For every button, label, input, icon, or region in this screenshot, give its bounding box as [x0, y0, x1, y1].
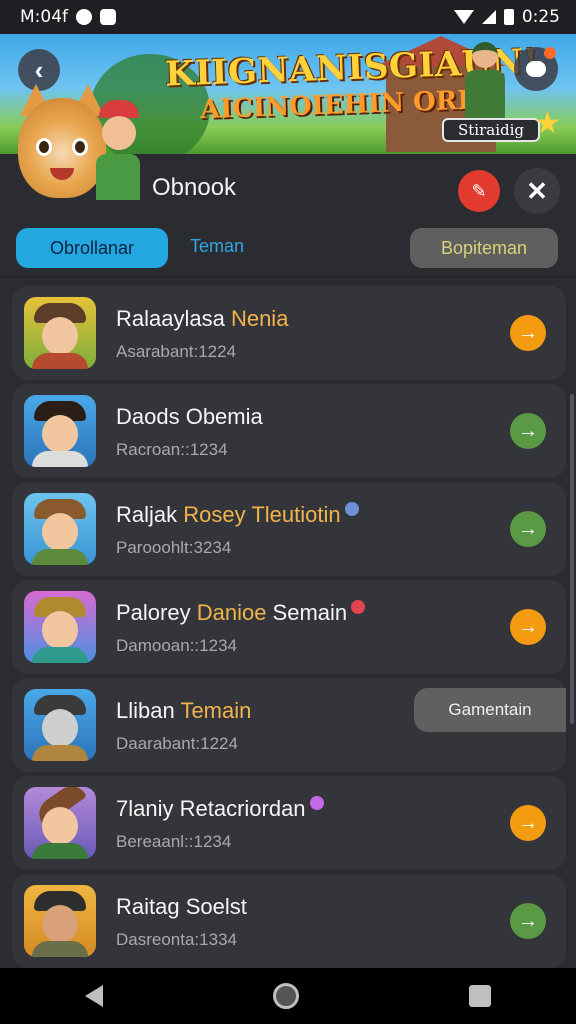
nav-home-icon[interactable] — [273, 983, 299, 1009]
friend-name: Raitag Soelst — [116, 894, 247, 919]
profile-avatar — [10, 84, 140, 214]
friend-avatar — [24, 885, 96, 957]
notification-icon — [76, 9, 93, 25]
boy-character — [96, 100, 142, 204]
friend-subtext: Damooan::1234 — [116, 636, 237, 655]
cat-face — [18, 98, 106, 198]
app-notification-icon — [100, 9, 117, 25]
gem-icon — [351, 600, 366, 614]
status-time: 0:25 — [521, 7, 560, 27]
wifi-icon — [453, 10, 474, 24]
friend-avatar — [24, 787, 96, 859]
list-item[interactable]: Palorey Danioe Semain Damooan::1234 → — [12, 580, 566, 674]
star-icon: ★ — [534, 107, 561, 140]
tab-teman[interactable]: Teman — [190, 236, 244, 257]
arrow-right-icon: → — [518, 909, 538, 932]
status-left: M:04f — [20, 7, 117, 27]
friend-avatar — [24, 297, 96, 369]
list-item[interactable]: Lliban Temain Daarabant:1224 Gamentain — [12, 678, 566, 772]
open-friend-button[interactable]: → — [510, 805, 546, 841]
status-bar: M:04f 0:25 — [0, 0, 576, 34]
chat-bubble-icon — [526, 61, 546, 77]
friend-name: Daods Obemia — [116, 404, 263, 429]
friend-subtext: Dasreonta:1334 — [116, 930, 237, 949]
friend-subtext: Bereaanl::1234 — [116, 832, 232, 851]
system-nav-bar — [0, 968, 576, 1024]
arrow-right-icon: → — [518, 615, 538, 638]
open-friend-button[interactable]: → — [510, 315, 546, 351]
signal-icon — [481, 10, 496, 24]
friend-avatar — [24, 591, 96, 663]
megaphone-icon: ✎ — [471, 180, 487, 201]
open-friend-button[interactable]: → — [510, 511, 546, 547]
friend-avatar — [24, 493, 96, 565]
friend-list[interactable]: Ralaaylasa Nenia Asarabant:1224 → Daods … — [0, 284, 576, 968]
status-left-text: M:04f — [20, 7, 69, 27]
action-pill-button[interactable]: Gamentain — [414, 688, 566, 732]
open-friend-button[interactable]: → — [510, 609, 546, 645]
arrow-right-icon: → — [518, 321, 538, 344]
open-friend-button[interactable]: → — [510, 413, 546, 449]
battery-icon — [503, 9, 514, 25]
friend-subtext: Racroan::1234 — [116, 440, 228, 459]
megaphone-button[interactable]: ✎ — [458, 170, 500, 212]
close-button[interactable]: ✕ — [514, 168, 560, 214]
list-item[interactable]: Daods Obemia Racroan::1234 → — [12, 384, 566, 478]
list-item[interactable]: Raljak Rosey Tleutiotin Parooohlt:3234 → — [12, 482, 566, 576]
banner-badge[interactable]: Stiraidig — [442, 118, 541, 142]
tab-obrollanar[interactable]: Obrollanar — [16, 228, 168, 268]
chevron-left-icon: ‹ — [34, 54, 44, 85]
status-right: 0:25 — [453, 7, 560, 27]
friend-subtext: Parooohlt:3234 — [116, 538, 232, 557]
chat-notification-badge — [544, 47, 556, 59]
close-icon: ✕ — [526, 175, 548, 206]
arrow-right-icon: → — [518, 517, 538, 540]
friend-name: Ralaaylasa Nenia — [116, 306, 289, 331]
list-item[interactable]: 7laniy Retacriordan Bereaanl::1234 → — [12, 776, 566, 870]
friend-name: Palorey Danioe Semain — [116, 600, 366, 626]
friend-name: Raljak Rosey Tleutiotin — [116, 502, 359, 528]
nav-back-icon[interactable] — [85, 985, 103, 1007]
arrow-right-icon: → — [518, 811, 538, 834]
friend-avatar — [24, 395, 96, 467]
friend-subtext: Asarabant:1224 — [116, 342, 237, 361]
list-item[interactable]: Raitag Soelst Dasreonta:1334 → — [12, 874, 566, 968]
gem-icon — [344, 502, 359, 516]
page-title: Obnook — [152, 174, 237, 201]
nav-recents-icon[interactable] — [469, 985, 491, 1007]
scrollbar[interactable] — [570, 394, 574, 724]
friend-subtext: Daarabant:1224 — [116, 734, 238, 753]
divider — [0, 276, 576, 278]
open-friend-button[interactable]: → — [510, 903, 546, 939]
tab-bopiteman[interactable]: Bopiteman — [410, 228, 558, 268]
friend-name: Lliban Temain — [116, 698, 252, 723]
list-item[interactable]: Ralaaylasa Nenia Asarabant:1224 → — [12, 286, 566, 380]
gem-icon — [309, 796, 324, 810]
arrow-right-icon: → — [518, 419, 538, 442]
friend-name: 7laniy Retacriordan — [116, 796, 324, 822]
chat-button[interactable] — [514, 47, 558, 91]
friend-avatar — [24, 689, 96, 761]
